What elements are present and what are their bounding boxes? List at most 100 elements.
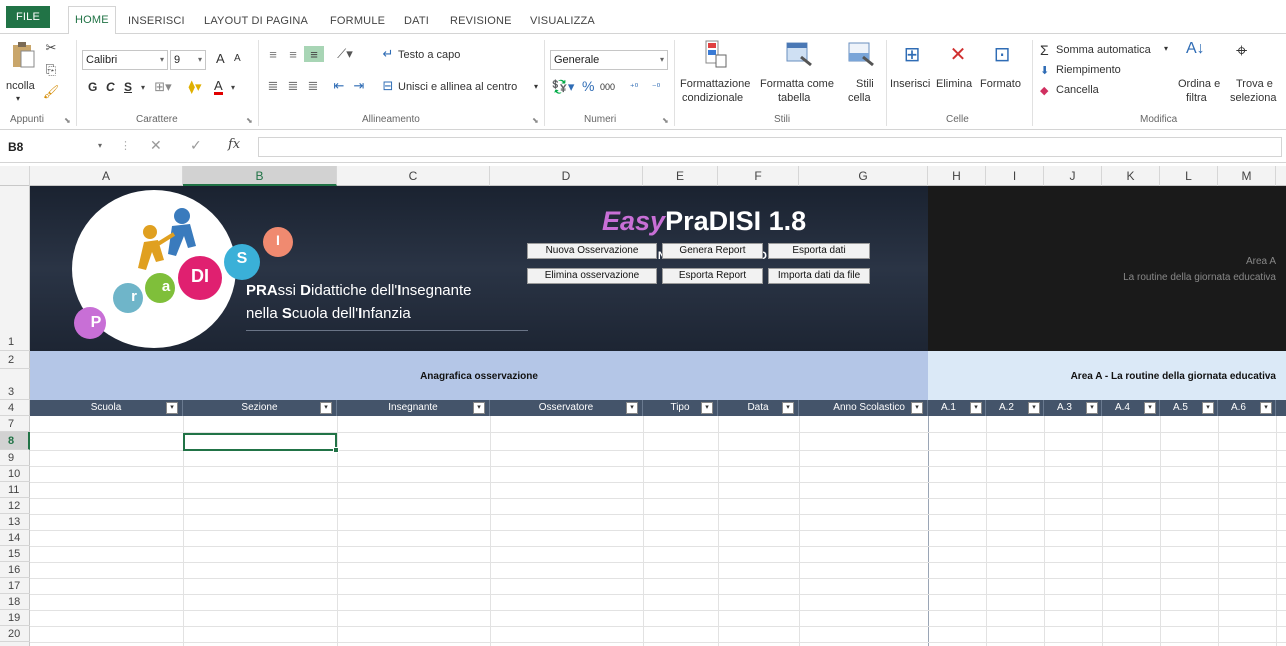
row-header-12[interactable]: 12 [0,498,30,514]
wrap-text-icon[interactable]: ↵ [380,46,396,62]
align-top-icon[interactable]: ≡ [264,46,282,62]
autosum-button[interactable]: Somma automatica [1056,44,1151,56]
sort-filter-label[interactable]: Ordina e [1178,78,1220,90]
underline-button[interactable]: S [124,80,132,94]
tab-formulas[interactable]: FORMULE [330,8,385,34]
borders-icon[interactable]: ⊞▾ [150,78,176,96]
align-center-icon[interactable]: ≣ [284,78,302,94]
copy-icon[interactable]: ⎘ [42,62,60,78]
column-header-d[interactable]: D [490,166,643,186]
filter-dropdown-icon[interactable]: ▾ [1202,402,1214,414]
row-header-20[interactable]: 20 [0,626,30,642]
column-header-c[interactable]: C [337,166,490,186]
import-data-button[interactable]: Importa dati da file [768,268,870,284]
number-launcher-icon[interactable]: ⬊ [662,116,669,125]
align-bottom-icon[interactable]: ≡ [304,46,324,62]
row-header-14[interactable]: 14 [0,530,30,546]
column-header-m[interactable]: M [1218,166,1276,186]
tab-data[interactable]: DATI [404,8,429,34]
sort-filter-icon[interactable]: A↓ [1186,40,1205,58]
filter-dropdown-icon[interactable]: ▾ [1086,402,1098,414]
alignment-launcher-icon[interactable]: ⬊ [532,116,539,125]
tab-review[interactable]: REVISIONE [450,8,512,34]
cell-grid[interactable] [30,416,1286,646]
generate-report-button[interactable]: Genera Report [662,243,763,259]
orientation-icon[interactable]: ⟋▾ [332,46,358,62]
header-a1[interactable]: A.1 ▾ [928,400,986,416]
align-right-icon[interactable]: ≣ [304,78,322,94]
decrease-indent-icon[interactable]: ⇤ [330,78,348,94]
merge-center-button[interactable]: Unisci e allinea al centro [398,81,517,93]
sort-filter-label-2[interactable]: filtra [1186,92,1207,104]
column-header-f[interactable]: F [718,166,799,186]
cell-styles-label[interactable]: Stili [856,78,874,90]
export-data-button[interactable]: Esporta dati [768,243,870,259]
percent-button[interactable]: % [582,78,594,94]
increase-decimal-icon[interactable]: ⁺⁰ [624,78,644,96]
row-header-1[interactable]: 1 [0,186,30,351]
column-header-a[interactable]: A [30,166,183,186]
format-cells-icon[interactable]: ⊡ [988,40,1016,68]
thousands-button[interactable]: 000 [600,82,615,92]
column-header-b[interactable]: B [183,166,337,186]
row-header-4[interactable]: 4 [0,400,30,416]
align-middle-icon[interactable]: ≡ [284,46,302,62]
binoculars-icon[interactable]: ⌖ [1236,40,1247,63]
insert-cells-icon[interactable]: ⊞ [898,40,926,68]
cell-styles-label-2[interactable]: cella [848,92,871,104]
header-teacher[interactable]: Insegnante ▾ [337,400,490,416]
column-header-k[interactable]: K [1102,166,1160,186]
align-left-icon[interactable]: ≣ [264,78,282,94]
name-box-dropdown-icon[interactable]: ▾ [98,141,102,150]
column-header-e[interactable]: E [643,166,718,186]
font-launcher-icon[interactable]: ⬊ [246,116,253,125]
header-type[interactable]: Tipo ▾ [643,400,718,416]
increase-indent-icon[interactable]: ⇥ [350,78,368,94]
format-as-table-label-2[interactable]: tabella [778,92,810,104]
filter-dropdown-icon[interactable]: ▾ [701,402,713,414]
filter-dropdown-icon[interactable]: ▾ [782,402,794,414]
merge-dropdown-icon[interactable]: ▾ [534,82,538,91]
conditional-formatting-label-2[interactable]: condizionale [682,92,743,104]
row-header-19[interactable]: 19 [0,610,30,626]
formula-input[interactable] [258,137,1282,157]
active-cell-b8[interactable] [183,433,339,453]
header-school[interactable]: Scuola ▾ [30,400,183,416]
fill-color-icon[interactable]: ⧫▾ [180,78,210,96]
delete-observation-button[interactable]: Elimina osservazione [527,268,657,284]
row-header-17[interactable]: 17 [0,578,30,594]
cell-styles-icon[interactable] [846,38,876,70]
insert-function-icon[interactable]: fx [228,137,240,152]
font-color-button[interactable]: A [214,79,223,95]
filter-dropdown-icon[interactable]: ▾ [1260,402,1272,414]
column-header-h[interactable]: H [928,166,986,186]
row-header-16[interactable]: 16 [0,562,30,578]
conditional-formatting-icon[interactable] [700,38,730,70]
row-header-13[interactable]: 13 [0,514,30,530]
clear-button[interactable]: Cancella [1056,84,1099,96]
clipboard-launcher-icon[interactable]: ⬊ [64,116,71,125]
autosum-dropdown-icon[interactable]: ▾ [1164,44,1168,53]
column-header-j[interactable]: J [1044,166,1102,186]
fill-icon[interactable]: ⬇ [1040,64,1049,77]
shrink-font-button[interactable]: A [234,53,241,64]
format-cells-button[interactable]: Formato [980,78,1021,90]
row-header-11[interactable]: 11 [0,482,30,498]
format-as-table-label[interactable]: Formatta come [760,78,834,90]
find-select-label[interactable]: Trova e [1236,78,1273,90]
row-header-15[interactable]: 15 [0,546,30,562]
bold-button[interactable]: G [88,80,97,94]
filter-dropdown-icon[interactable]: ▾ [473,402,485,414]
paste-icon[interactable] [8,40,38,70]
wrap-text-button[interactable]: Testo a capo [398,49,460,61]
merge-center-icon[interactable]: ⊟ [380,78,396,94]
tab-home[interactable]: HOME [68,6,116,35]
filter-dropdown-icon[interactable]: ▾ [626,402,638,414]
filter-dropdown-icon[interactable]: ▾ [166,402,178,414]
conditional-formatting-label[interactable]: Formattazione [680,78,750,90]
row-header-2[interactable]: 2 [0,351,30,369]
find-select-label-2[interactable]: seleziona [1230,92,1276,104]
header-a6[interactable]: A.6 ▾ [1218,400,1276,416]
export-report-button[interactable]: Esporta Report [662,268,763,284]
decrease-decimal-icon[interactable]: ⁻⁰ [646,78,666,96]
